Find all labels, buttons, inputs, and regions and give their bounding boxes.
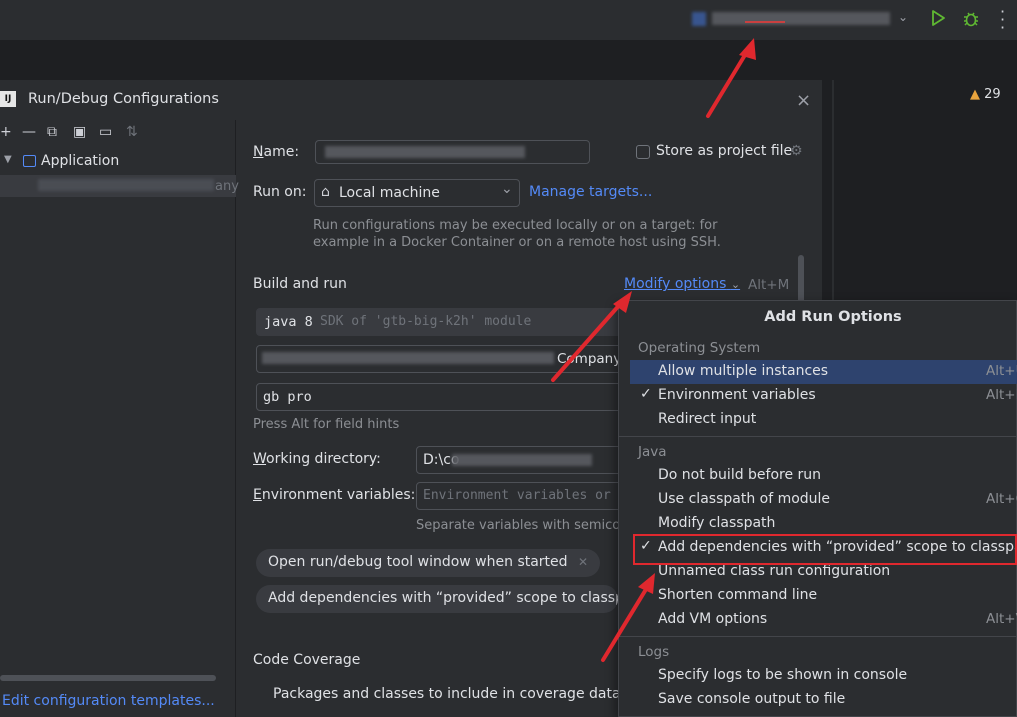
env-vars-label: Environment variables: bbox=[253, 487, 416, 503]
env-vars-input[interactable]: Environment variables or bbox=[416, 482, 626, 510]
popup-option-label: Shorten command line bbox=[658, 587, 818, 603]
new-folder-icon[interactable]: ▭ bbox=[99, 124, 112, 140]
popup-option[interactable]: Shorten command line bbox=[630, 584, 1017, 608]
chevron-down-icon: ⌄ bbox=[730, 278, 741, 291]
redacted-name-value bbox=[325, 146, 525, 158]
group-operating-system: Operating System bbox=[638, 340, 761, 356]
chevron-down-icon[interactable]: ⌄ bbox=[898, 10, 908, 24]
run-on-hint: Run configurations may be executed local… bbox=[313, 218, 721, 250]
build-run-heading: Build and run bbox=[253, 276, 347, 292]
popup-option-label: Do not build before run bbox=[658, 467, 822, 483]
play-icon[interactable] bbox=[930, 9, 946, 31]
gear-icon[interactable]: ⚙ bbox=[790, 143, 803, 159]
popup-option-label: Specify logs to be shown in console bbox=[658, 667, 908, 683]
main-class-tail: Company bbox=[557, 351, 622, 367]
working-dir-label: Working directory: bbox=[253, 451, 381, 467]
run-on-select[interactable]: ⌂ Local machine ⌄ bbox=[314, 179, 520, 207]
popup-option-label: Allow multiple instances bbox=[658, 363, 829, 379]
close-icon[interactable]: × bbox=[796, 90, 811, 111]
tree-item-application[interactable]: ▼ Application bbox=[0, 152, 236, 172]
config-tree-pane bbox=[0, 120, 236, 717]
popup-option-shortcut: Alt+V bbox=[986, 611, 1017, 627]
popup-option-label: Environment variables bbox=[658, 387, 816, 403]
save-icon[interactable]: ▣ bbox=[73, 124, 86, 140]
sort-icon[interactable]: ⇅ bbox=[126, 124, 138, 140]
close-icon[interactable]: ✕ bbox=[578, 555, 588, 569]
store-project-label: Store as project file bbox=[656, 143, 793, 159]
dialog-title: Run/Debug Configurations bbox=[28, 91, 219, 107]
popup-option[interactable]: Redirect input bbox=[630, 408, 1017, 432]
popup-option-label: Add VM options bbox=[658, 611, 768, 627]
coverage-packages-label: Packages and classes to include in cover… bbox=[273, 686, 621, 702]
add-icon[interactable]: + bbox=[0, 124, 12, 140]
redacted-config-name bbox=[38, 179, 214, 191]
bug-icon[interactable] bbox=[962, 10, 980, 32]
store-project-checkbox[interactable] bbox=[636, 145, 650, 159]
edit-templates-link[interactable]: Edit configuration templates... bbox=[2, 693, 215, 709]
popup-separator bbox=[618, 636, 1017, 637]
popup-option[interactable]: Specify logs to be shown in console bbox=[630, 664, 1017, 688]
popup-option-label: Use classpath of module bbox=[658, 491, 831, 507]
warning-count: 29 bbox=[984, 87, 1001, 102]
popup-option[interactable]: Save console output to file bbox=[630, 688, 1017, 712]
run-config-icon bbox=[692, 12, 706, 26]
intellij-logo-icon: IJ bbox=[0, 91, 16, 107]
chevron-down-icon[interactable]: ▼ bbox=[4, 154, 12, 165]
popup-separator bbox=[618, 436, 1017, 437]
run-on-label: Run on: bbox=[253, 184, 307, 200]
popup-option-label: Modify classpath bbox=[658, 515, 776, 531]
warning-indicator[interactable]: ▲ 29 bbox=[970, 87, 1001, 102]
popup-option-label: Redirect input bbox=[658, 411, 757, 427]
application-icon bbox=[23, 155, 36, 167]
home-icon: ⌂ bbox=[321, 184, 330, 200]
config-name-tail: any bbox=[215, 179, 239, 194]
field-hints-text: Press Alt for field hints bbox=[253, 417, 400, 432]
popup-option[interactable]: ✓ Environment variables Alt+E bbox=[630, 384, 1017, 408]
option-chip-open-tool-window[interactable]: Open run/debug tool window when started … bbox=[256, 549, 601, 577]
run-config-selector[interactable] bbox=[712, 12, 890, 25]
option-chip-provided-scope[interactable]: Add dependencies with “provided” scope t… bbox=[256, 585, 618, 613]
popup-option-shortcut: Alt+E bbox=[986, 387, 1017, 403]
name-label: Name: bbox=[253, 144, 300, 160]
jdk-value: java 8 bbox=[264, 314, 313, 330]
manage-targets-link[interactable]: Manage targets... bbox=[529, 184, 652, 200]
more-vertical-icon[interactable]: · · · bbox=[1000, 4, 1005, 36]
modify-options-link[interactable]: Modify options ⌄ bbox=[624, 276, 740, 292]
modify-options-shortcut: Alt+M bbox=[748, 277, 790, 293]
popup-option-shortcut: Alt+O bbox=[986, 491, 1017, 507]
chevron-down-icon: ⌄ bbox=[501, 181, 513, 197]
group-logs: Logs bbox=[638, 644, 670, 660]
jdk-select[interactable]: java 8 SDK of 'gtb-big-k2h' module bbox=[256, 308, 626, 336]
program-args-value: gb pro bbox=[263, 389, 312, 405]
checkmark-icon: ✓ bbox=[640, 386, 652, 402]
tree-group-label: Application bbox=[41, 153, 120, 169]
redacted-main-class bbox=[262, 352, 554, 364]
run-on-value: Local machine bbox=[339, 185, 440, 201]
redacted-working-dir bbox=[452, 454, 592, 466]
popup-option[interactable]: Do not build before run bbox=[630, 464, 1017, 488]
config-error-underline bbox=[745, 21, 785, 23]
popup-option[interactable]: Add VM options Alt+V bbox=[630, 608, 1017, 632]
env-vars-hint: Separate variables with semicol bbox=[416, 518, 624, 533]
env-vars-placeholder: Environment variables or bbox=[423, 488, 611, 503]
group-java: Java bbox=[638, 444, 667, 460]
copy-icon[interactable]: ⧉ bbox=[47, 124, 57, 140]
popup-option[interactable]: Modify classpath bbox=[630, 512, 1017, 536]
annotation-highlight-box bbox=[633, 534, 1017, 565]
editor-tab-strip bbox=[0, 40, 1017, 80]
program-args-input[interactable]: gb pro bbox=[256, 383, 626, 411]
popup-option[interactable]: Use classpath of module Alt+O bbox=[630, 488, 1017, 512]
popup-option-shortcut: Alt+U bbox=[986, 363, 1017, 379]
code-coverage-heading: Code Coverage bbox=[253, 652, 361, 668]
popup-title: Add Run Options bbox=[764, 309, 902, 325]
popup-option-label: Save console output to file bbox=[658, 691, 846, 707]
popup-option-label: Unnamed class run configuration bbox=[658, 563, 891, 579]
jdk-source: SDK of 'gtb-big-k2h' module bbox=[320, 314, 532, 329]
popup-option[interactable]: Allow multiple instances Alt+U bbox=[630, 360, 1017, 384]
horizontal-scrollbar[interactable] bbox=[0, 675, 216, 681]
remove-icon[interactable]: — bbox=[22, 124, 36, 140]
warning-icon: ▲ bbox=[970, 87, 980, 102]
